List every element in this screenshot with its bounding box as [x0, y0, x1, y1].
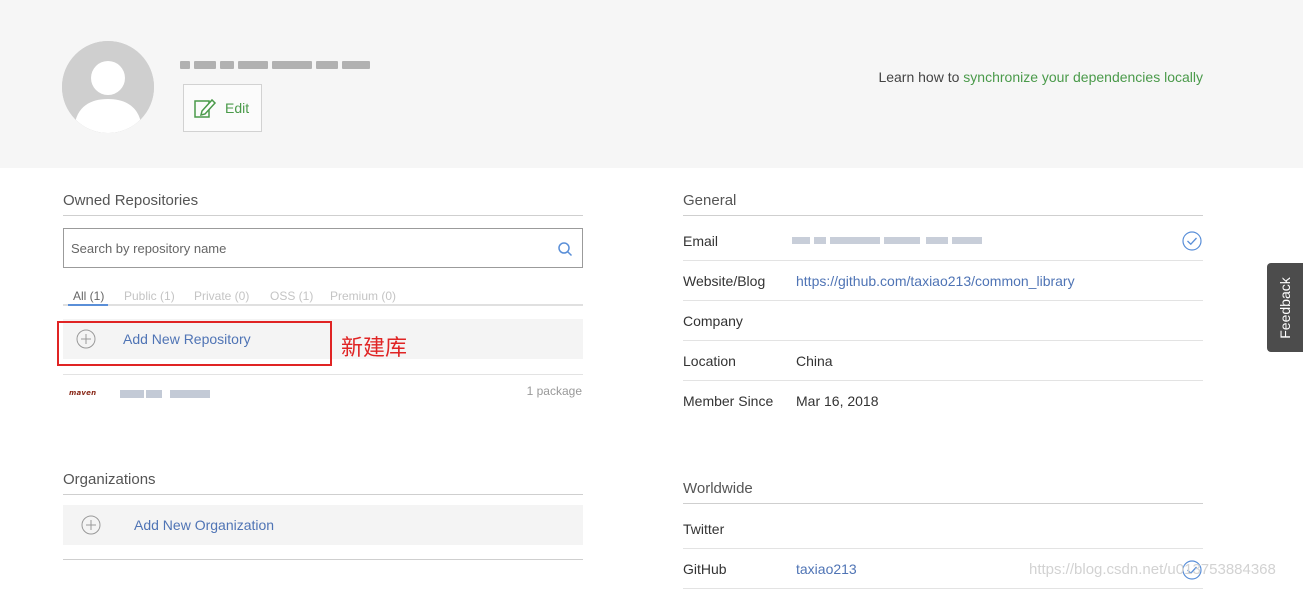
maven-logo: maven: [69, 389, 97, 397]
feedback-button[interactable]: Feedback: [1267, 263, 1303, 352]
divider: [683, 215, 1203, 216]
add-organization-label: Add New Organization: [134, 517, 275, 533]
verified-check-icon: [1182, 231, 1202, 251]
worldwide-title: Worldwide: [683, 480, 753, 497]
email-value-blurred: [792, 236, 986, 246]
watermark: https://blog.csdn.net/u013753884368: [1029, 561, 1276, 578]
learn-sync-text: Learn how to synchronize your dependenci…: [878, 69, 1203, 85]
add-new-organization-button[interactable]: Add New Organization: [63, 505, 583, 545]
organizations-title: Organizations: [63, 471, 156, 488]
company-label: Company: [683, 313, 743, 329]
add-new-repository-button[interactable]: Add New Repository: [63, 319, 583, 359]
search-icon[interactable]: [557, 241, 573, 257]
location-value: China: [796, 353, 833, 369]
tab-private[interactable]: Private (0): [194, 289, 249, 303]
website-link[interactable]: https://github.com/taxiao213/common_libr…: [796, 273, 1075, 289]
email-label: Email: [683, 233, 719, 249]
divider: [683, 548, 1203, 549]
general-title: General: [683, 192, 737, 209]
edit-profile-button[interactable]: Edit: [183, 84, 262, 132]
repository-search-box: [63, 228, 583, 268]
divider: [683, 340, 1203, 341]
username-blurred: [180, 57, 390, 73]
annotation-text: 新建库: [341, 336, 408, 361]
github-label: GitHub: [683, 561, 727, 577]
tab-oss[interactable]: OSS (1): [270, 289, 313, 303]
member-since-label: Member Since: [683, 393, 774, 409]
location-label: Location: [683, 353, 736, 369]
user-silhouette-icon: [62, 41, 154, 133]
add-repository-label: Add New Repository: [123, 331, 251, 347]
edit-icon: [194, 98, 217, 118]
learn-prefix: Learn how to: [878, 69, 964, 85]
divider: [683, 503, 1203, 504]
member-since-value: Mar 16, 2018: [796, 393, 879, 409]
divider: [683, 260, 1203, 261]
twitter-label: Twitter: [683, 521, 725, 537]
tab-public[interactable]: Public (1): [124, 289, 175, 303]
divider: [63, 494, 583, 495]
website-label: Website/Blog: [683, 273, 766, 289]
tab-all[interactable]: All (1): [73, 289, 104, 303]
divider: [63, 559, 583, 560]
divider: [63, 215, 583, 216]
edit-button-label: Edit: [225, 100, 250, 116]
repository-search-input[interactable]: [64, 229, 534, 267]
tab-premium[interactable]: Premium (0): [330, 289, 396, 303]
verified-check-icon: [1182, 560, 1202, 580]
feedback-label: Feedback: [1277, 276, 1293, 339]
owned-repositories-title: Owned Repositories: [63, 192, 199, 209]
repository-name-blurred: [120, 388, 213, 400]
package-count: 1 package: [526, 384, 582, 398]
tab-underline: [63, 304, 583, 306]
divider: [683, 300, 1203, 301]
github-link[interactable]: taxiao213: [796, 561, 857, 577]
add-circle-icon: [76, 329, 96, 349]
add-circle-icon: [81, 515, 101, 535]
profile-header: Edit Learn how to synchronize your depen…: [0, 0, 1303, 168]
sync-dependencies-link[interactable]: synchronize your dependencies locally: [963, 69, 1203, 85]
avatar[interactable]: [62, 41, 154, 133]
repository-row[interactable]: maven 1 package: [63, 375, 583, 411]
divider: [683, 380, 1203, 381]
active-tab-indicator: [68, 304, 108, 306]
